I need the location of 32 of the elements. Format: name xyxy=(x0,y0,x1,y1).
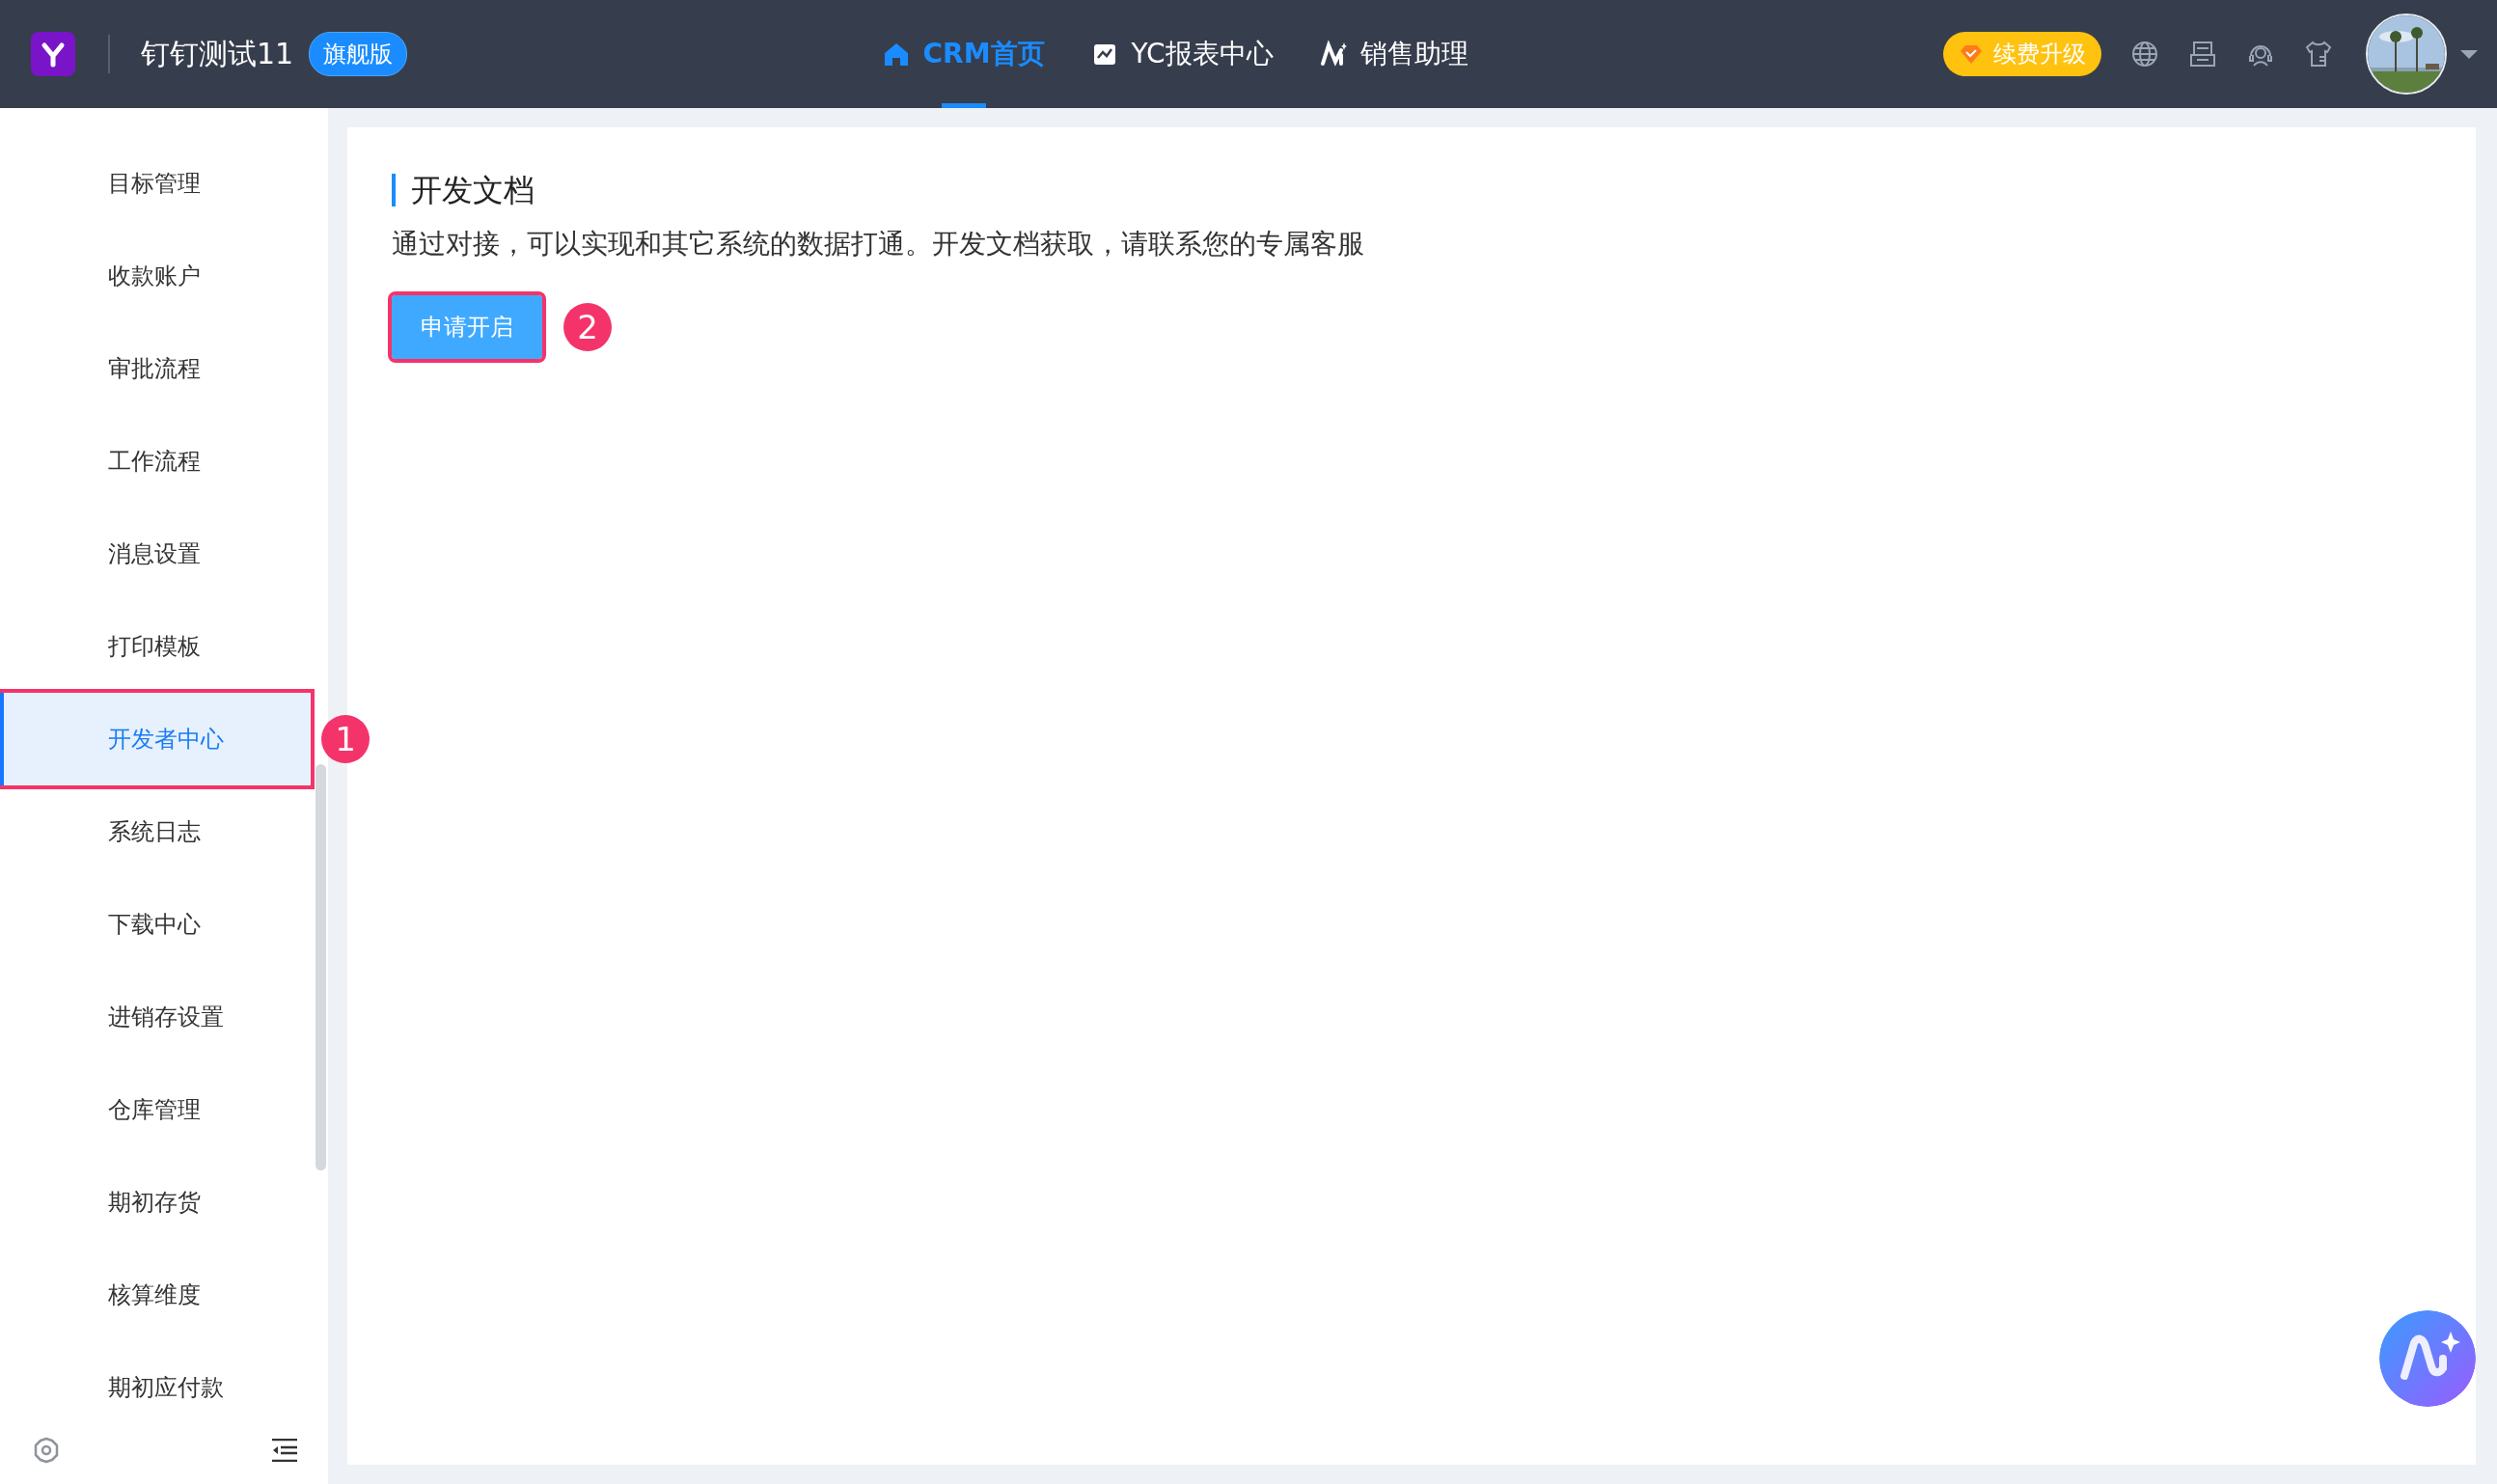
sidebar-item[interactable]: 收款账户 xyxy=(0,230,311,322)
scrollbar[interactable] xyxy=(316,764,326,1170)
ai-assistant-button[interactable] xyxy=(2379,1310,2476,1407)
nav-tab[interactable]: 销售助理 xyxy=(1296,0,1492,108)
inbox-icon[interactable] xyxy=(2188,40,2217,69)
nav-tab[interactable]: YC报表中心 xyxy=(1067,0,1297,108)
sidebar-item[interactable]: 系统日志 xyxy=(0,785,311,878)
sidebar-item[interactable]: 期初应付款 xyxy=(0,1341,311,1416)
sidebar-item[interactable]: 期初存货 xyxy=(0,1156,311,1249)
sidebar-item[interactable]: 进销存设置 xyxy=(0,971,311,1063)
edition-badge: 旗舰版 xyxy=(309,32,408,76)
step-badge: 2 xyxy=(563,303,612,351)
sidebar-item[interactable]: 目标管理 xyxy=(0,137,311,230)
sidebar-item[interactable]: 打印模板 xyxy=(0,600,311,693)
ai-wave-icon xyxy=(1319,41,1347,68)
app-logo[interactable] xyxy=(31,32,75,76)
dropdown-caret-icon[interactable] xyxy=(2460,49,2478,59)
collapse-menu-icon[interactable] xyxy=(272,1439,297,1462)
description-text: 通过对接，可以实现和其它系统的数据打通。开发文档获取，请联系您的专属客服 xyxy=(392,227,1365,261)
diamond-icon xyxy=(1959,43,1984,65)
home-icon xyxy=(882,41,910,68)
sidebar-item[interactable]: 核算维度 xyxy=(0,1249,311,1341)
app-title: 钉钉测试11 xyxy=(141,35,294,72)
step-badge: 1 xyxy=(321,715,370,763)
sidebar-item[interactable]: 消息设置 xyxy=(0,508,311,600)
globe-icon[interactable] xyxy=(2130,40,2159,69)
shirt-icon[interactable] xyxy=(2304,40,2333,69)
sidebar-item[interactable]: 审批流程 xyxy=(0,322,311,415)
sidebar-item[interactable]: 下载中心 xyxy=(0,878,311,971)
sidebar-item[interactable]: 仓库管理 xyxy=(0,1063,311,1156)
section-title: 开发文档 xyxy=(392,174,2431,206)
sidebar-item[interactable]: 工作流程 xyxy=(0,415,311,508)
